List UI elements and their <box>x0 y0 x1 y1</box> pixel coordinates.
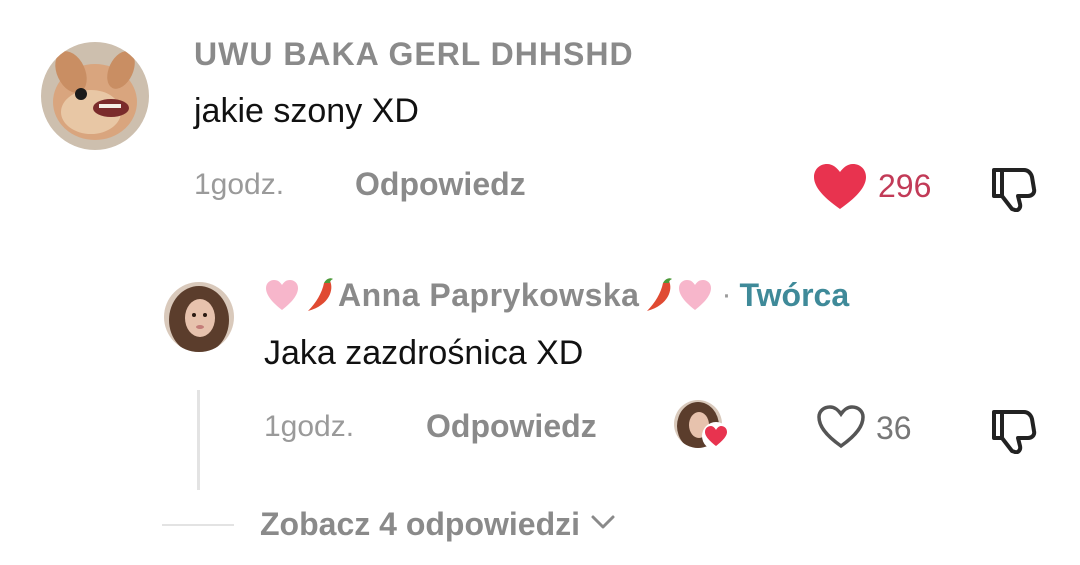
pink-heart-icon <box>677 278 713 312</box>
reply-author-line: Anna Paprykowska · Twórca <box>264 272 849 318</box>
heart-filled-icon <box>814 164 866 209</box>
reply-text: Jaka zazdrośnica XD <box>264 334 584 372</box>
view-more-replies-button[interactable]: Zobacz 4 odpowiedzi <box>260 506 616 543</box>
small-heart-icon <box>702 422 730 450</box>
view-more-label: Zobacz 4 odpowiedzi <box>260 506 581 542</box>
commenter-username[interactable]: UWU BAKA GERL DHHSHD <box>194 36 634 73</box>
separator-dot: · <box>721 278 732 311</box>
reply-author-avatar[interactable] <box>164 282 234 352</box>
reply-author-username[interactable]: Anna Paprykowska <box>338 277 639 314</box>
chili-pepper-icon <box>639 275 677 315</box>
thumbs-down-icon <box>992 410 1037 455</box>
reply-dislike-button[interactable] <box>988 406 1038 455</box>
thread-line <box>197 390 200 490</box>
reply-like-count: 36 <box>876 410 912 446</box>
like-count: 296 <box>878 168 932 204</box>
thumbs-down-icon <box>992 168 1037 213</box>
comment-timestamp: 1godz. <box>194 168 285 201</box>
view-more-divider <box>162 524 234 526</box>
dislike-button[interactable] <box>988 164 1038 213</box>
reply-like-button[interactable] <box>816 404 866 450</box>
reply-reply-button[interactable]: Odpowiedz <box>426 408 597 445</box>
like-button[interactable] <box>812 163 868 211</box>
commenter-avatar[interactable] <box>41 42 149 150</box>
reply-button[interactable]: Odpowiedz <box>355 166 526 203</box>
chevron-down-icon <box>590 514 616 535</box>
creator-badge: Twórca <box>739 276 850 313</box>
creator-liked-badge <box>674 400 730 452</box>
chili-pepper-icon <box>300 275 338 315</box>
reply-timestamp: 1godz. <box>264 410 355 443</box>
pink-heart-icon <box>264 278 300 312</box>
heart-outline-icon <box>817 405 865 449</box>
comment-text: jakie szony XD <box>194 92 419 130</box>
